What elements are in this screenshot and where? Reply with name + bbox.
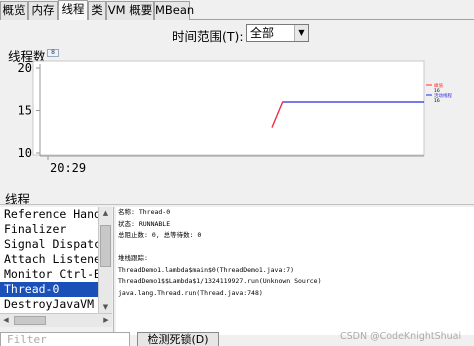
detail-line (118, 242, 474, 254)
detail-line: ThreadDemo1.lambda$main$0(ThreadDemo1.ja… (118, 265, 295, 274)
list-item[interactable]: Reference Handle (0, 207, 98, 222)
scroll-thumb[interactable] (14, 316, 46, 325)
detail-line: 总阻止数: 0, 总等待数: 0 (118, 231, 202, 239)
scroll-left-icon[interactable]: ◀ (0, 314, 12, 327)
list-item[interactable]: Attach Listener (0, 252, 98, 267)
thread-details: 名称: Thread-0 状态: RUNNABLE 总阻止数: 0, 总等待数:… (116, 207, 474, 335)
tab-threads[interactable]: 线程 (58, 0, 88, 20)
divider (0, 204, 474, 205)
list-item[interactable]: DestroyJavaVM (0, 297, 98, 312)
horizontal-scrollbar[interactable]: ◀ ▶ (0, 313, 112, 327)
time-range-select[interactable]: 全部 ▼ (246, 24, 309, 42)
time-range-value: 全部 (250, 26, 275, 40)
list-item[interactable]: Finalizer (0, 222, 98, 237)
x-tick-label: 20:29 (50, 161, 86, 175)
scroll-right-icon[interactable]: ▶ (100, 314, 112, 327)
vertical-scrollbar[interactable]: ▲ ▼ (98, 207, 112, 313)
scroll-up-icon[interactable]: ▲ (99, 207, 112, 219)
thread-count-chart: 201510 20:29 峰值16活动线程16 (18, 60, 452, 175)
split-pane-divider[interactable] (113, 207, 114, 337)
thread-list[interactable]: Reference Handle Finalizer Signal Dispat… (0, 207, 98, 313)
list-item[interactable]: Monitor Ctrl-Bre (0, 267, 98, 282)
detail-line: 堆栈跟踪: (118, 254, 148, 262)
detail-line: java.lang.Thread.run(Thread.java:748) (118, 288, 263, 297)
legend-value: 16 (434, 98, 440, 104)
detail-line: 状态: RUNNABLE (118, 219, 171, 228)
time-range-label: 时间范围(T): (172, 29, 244, 44)
scroll-thumb[interactable] (100, 225, 111, 267)
list-item-selected[interactable]: Thread-0 (0, 282, 98, 297)
plot-area (32, 60, 425, 156)
tab-vm-summary[interactable]: VM 概要 (106, 1, 154, 20)
detail-line: 名称: Thread-0 (118, 208, 171, 216)
tab-mbean[interactable]: MBean (154, 1, 194, 20)
detail-line: ThreadDemo1$$Lambda$1/1324119927.run(Unk… (118, 277, 322, 285)
tab-bar: 概览 内存 线程 类 VM 概要 MBean (0, 0, 474, 20)
chevron-down-icon[interactable]: ▼ (294, 25, 308, 41)
y-tick-label: 10 (18, 146, 32, 160)
tab-overview[interactable]: 概览 (0, 1, 28, 20)
y-tick-label: 20 (18, 61, 32, 75)
list-item[interactable]: Signal Dispatche (0, 237, 98, 252)
threads-section-label: 线程 (5, 192, 31, 207)
filter-input[interactable]: Filter (0, 332, 130, 346)
legend-name: 活动线程 (434, 92, 452, 99)
legend-name: 峰值 (434, 82, 443, 89)
watermark: CSDN @CodeKnightShuai (340, 331, 462, 342)
tab-classes[interactable]: 类 (88, 1, 106, 20)
tab-memory[interactable]: 内存 (28, 1, 58, 20)
x-axis: 20:29 (40, 155, 424, 175)
scroll-down-icon[interactable]: ▼ (99, 301, 112, 313)
y-tick-label: 15 (18, 104, 32, 118)
detect-deadlock-button[interactable]: 检测死锁(D) (137, 332, 219, 346)
legend: 峰值16活动线程16 (426, 82, 452, 104)
